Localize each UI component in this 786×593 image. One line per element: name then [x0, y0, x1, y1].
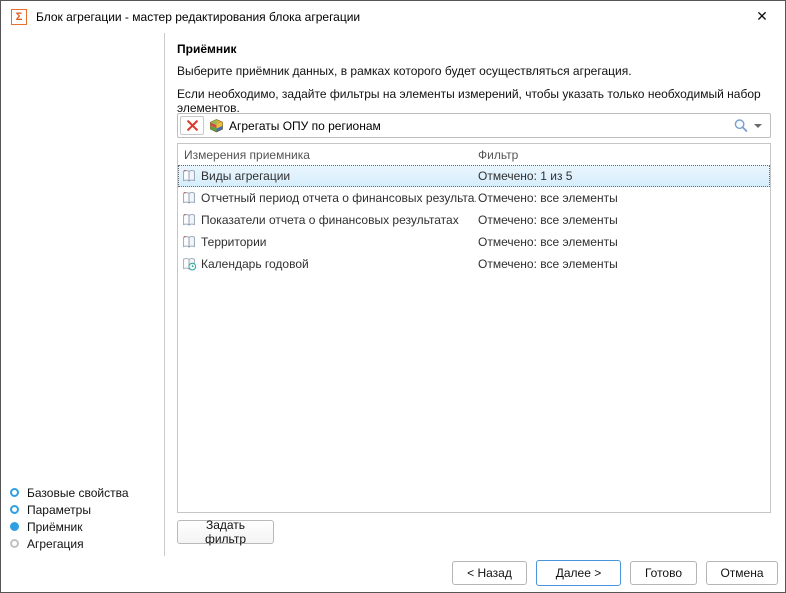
back-button[interactable]: < Назад	[452, 561, 527, 585]
table-row[interactable]: Календарь годовой Отмечено: все элементы	[178, 253, 770, 275]
table-row[interactable]: Территории Отмечено: все элементы	[178, 231, 770, 253]
description-line-2: Если необходимо, задайте фильтры на элем…	[177, 87, 785, 115]
cube-icon	[209, 118, 224, 133]
step-label: Приёмник	[27, 520, 83, 534]
dimension-filter: Отмечено: все элементы	[476, 235, 770, 249]
dimensions-table: Измерения приемника Фильтр Виды агрегаци…	[177, 143, 771, 513]
dimension-filter: Отмечено: все элементы	[476, 213, 770, 227]
clear-receiver-button[interactable]	[180, 116, 204, 135]
table-header-row: Измерения приемника Фильтр	[178, 144, 770, 165]
open-book-icon	[181, 212, 197, 228]
title-bar: Σ Блок агрегации - мастер редактирования…	[1, 1, 785, 33]
step-bullet-icon	[10, 505, 19, 514]
wizard-step-receiver[interactable]: Приёмник	[8, 518, 160, 535]
next-button[interactable]: Далее >	[536, 560, 621, 586]
window-title: Блок агрегации - мастер редактирования б…	[36, 10, 360, 24]
column-header-filter[interactable]: Фильтр	[476, 148, 770, 162]
dimension-filter: Отмечено: 1 из 5	[476, 169, 770, 183]
cancel-button[interactable]: Отмена	[706, 561, 778, 585]
table-row[interactable]: Показатели отчета о финансовых результат…	[178, 209, 770, 231]
book-clock-icon	[181, 256, 197, 272]
chevron-down-icon	[754, 124, 762, 128]
dimension-name: Территории	[201, 235, 267, 249]
dimension-name: Календарь годовой	[201, 257, 309, 271]
page-title: Приёмник	[177, 42, 237, 56]
table-row[interactable]: Виды агрегации Отмечено: 1 из 5	[178, 165, 770, 187]
set-filter-button[interactable]: Задать фильтр	[177, 520, 274, 544]
description-line-1: Выберите приёмник данных, в рамках котор…	[177, 64, 632, 78]
wizard-step-basic-properties[interactable]: Базовые свойства	[8, 484, 160, 501]
step-label: Параметры	[27, 503, 91, 517]
dimension-name: Показатели отчета о финансовых результат…	[201, 213, 459, 227]
dimension-filter: Отмечено: все элементы	[476, 257, 770, 271]
receiver-picker[interactable]: Агрегаты ОПУ по регионам	[177, 113, 771, 138]
sigma-app-icon: Σ	[11, 9, 27, 25]
dimension-name: Отчетный период отчета о финансовых резу…	[201, 191, 476, 205]
dimension-name: Виды агрегации	[201, 169, 290, 183]
step-label: Базовые свойства	[27, 486, 129, 500]
dialog-window: Σ Блок агрегации - мастер редактирования…	[0, 0, 786, 593]
wizard-step-parameters[interactable]: Параметры	[8, 501, 160, 518]
sidebar-separator	[164, 33, 165, 556]
wizard-steps: Базовые свойства Параметры Приёмник Агре…	[8, 484, 160, 552]
step-label: Агрегация	[27, 537, 84, 551]
open-book-icon	[181, 168, 197, 184]
receiver-picker-value: Агрегаты ОПУ по регионам	[229, 119, 733, 133]
open-book-icon	[181, 234, 197, 250]
step-bullet-icon	[10, 522, 19, 531]
magnifier-icon	[733, 118, 749, 134]
step-bullet-icon	[10, 488, 19, 497]
finish-button[interactable]: Готово	[630, 561, 697, 585]
table-row[interactable]: Отчетный период отчета о финансовых резу…	[178, 187, 770, 209]
red-x-icon	[186, 119, 199, 132]
footer-buttons: < Назад Далее > Готово Отмена	[452, 560, 778, 586]
column-header-dimensions[interactable]: Измерения приемника	[178, 148, 476, 162]
wizard-step-aggregation[interactable]: Агрегация	[8, 535, 160, 552]
search-dropdown-button[interactable]	[733, 118, 770, 134]
close-icon[interactable]: ✕	[739, 1, 785, 32]
step-bullet-icon	[10, 539, 19, 548]
dimension-filter: Отмечено: все элементы	[476, 191, 770, 205]
open-book-icon	[181, 190, 197, 206]
